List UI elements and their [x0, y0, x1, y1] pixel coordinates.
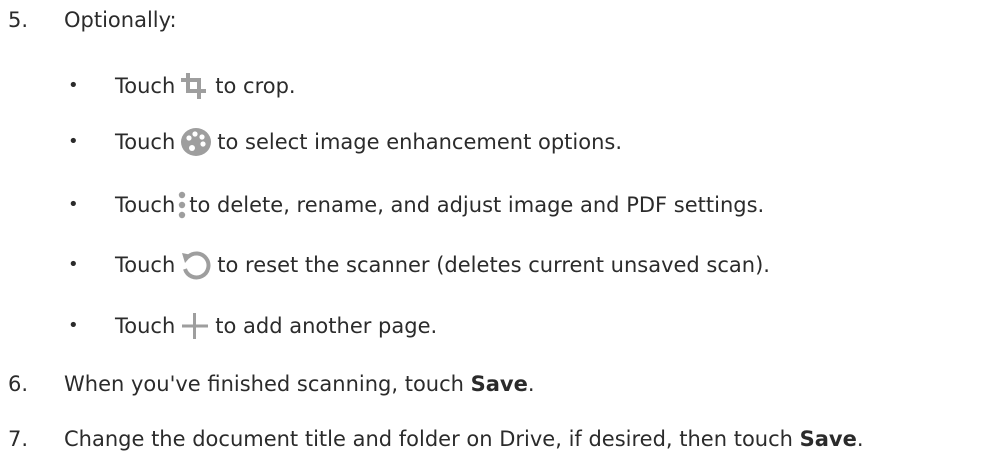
step-text-after: .	[856, 427, 864, 451]
reset-icon	[179, 249, 213, 281]
bullet-suffix: to select image enhancement options.	[217, 130, 622, 154]
bullet-prefix: Touch	[115, 253, 176, 277]
bullet-marker: •	[68, 194, 79, 215]
bullet-prefix: Touch	[115, 130, 176, 154]
bullet-marker: •	[68, 131, 79, 152]
bullet-prefix: Touch	[115, 74, 176, 98]
step-number: 5.	[8, 8, 29, 32]
step-number: 7.	[8, 427, 29, 451]
bullet-marker: •	[68, 315, 79, 336]
save-keyword: Save	[470, 372, 528, 396]
bullet-prefix: Touch	[115, 314, 176, 338]
save-keyword: Save	[799, 427, 857, 451]
palette-icon	[179, 126, 213, 158]
bullet-suffix: to delete, rename, and adjust image and …	[189, 193, 765, 217]
step-text: Change the document title and folder on …	[64, 423, 864, 455]
step-text-before: When you've finished scanning, touch	[64, 372, 471, 396]
bullet-suffix: to add another page.	[215, 314, 438, 338]
step-text: When you've finished scanning, touch Sav…	[64, 368, 535, 400]
crop-icon	[179, 71, 211, 101]
bullet-prefix: Touch	[115, 193, 176, 217]
instructions-document: 5. Optionally: • Touch to crop. • Touch …	[0, 0, 1000, 463]
step-text-after: .	[527, 372, 535, 396]
bullet-marker: •	[68, 75, 79, 96]
bullet-marker: •	[68, 254, 79, 275]
bullet-suffix: to crop.	[215, 74, 296, 98]
more-vert-icon	[177, 189, 187, 221]
step-text-before: Change the document title and folder on …	[64, 427, 800, 451]
bullet-suffix: to reset the scanner (deletes current un…	[217, 253, 770, 277]
add-icon	[179, 311, 211, 341]
step-text: Optionally:	[64, 8, 177, 32]
step-number: 6.	[8, 372, 29, 396]
